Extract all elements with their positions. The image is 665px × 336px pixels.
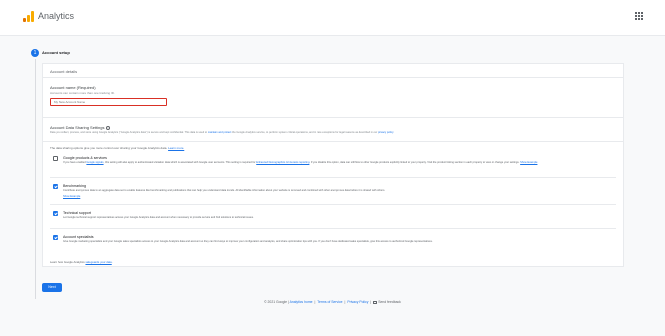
footer-separator: | [370, 300, 372, 304]
stepper-line [35, 59, 36, 299]
account-name-input[interactable] [50, 98, 167, 106]
data-sharing-title-text: Account Data Sharing Settings [50, 125, 105, 130]
option-title: Google products & services [63, 156, 107, 160]
description-text: the Google Analytics service, to perform… [232, 131, 378, 134]
safeguards-note: Learn how Google Analytics safeguards yo… [50, 260, 113, 264]
send-feedback-label: Send feedback [378, 300, 401, 304]
description-text: Data you collect, process, and store usi… [50, 131, 208, 134]
terms-of-service-link[interactable]: Terms of Service [317, 300, 342, 304]
google-signals-link[interactable]: Google signals [86, 161, 103, 164]
option-benchmarking: Benchmarking Contribute anonymous data t… [53, 184, 613, 198]
account-specialists-checkbox[interactable] [53, 235, 58, 240]
footer-copyright: © 2021 Google | [264, 300, 289, 304]
intro-text: The data sharing options give you more c… [50, 146, 168, 150]
data-sharing-title: Account Data Sharing Settings [50, 125, 110, 130]
divider [50, 228, 616, 229]
divider [43, 77, 623, 78]
app-header: Analytics [0, 0, 665, 36]
feedback-icon [373, 300, 378, 304]
privacy-policy-footer-link[interactable]: Privacy Policy [347, 300, 368, 304]
option-description: If you have enabled Google signals, this… [63, 161, 608, 164]
analytics-home-link[interactable]: Analytics home [290, 300, 313, 304]
data-sharing-intro: The data sharing options give you more c… [50, 146, 184, 150]
account-details-title: Account details [50, 69, 78, 74]
option-google-products: Google products & services If you have e… [53, 156, 613, 170]
app-title[interactable]: Analytics [38, 10, 74, 22]
benchmarking-checkbox[interactable] [53, 184, 58, 189]
google-products-checkbox[interactable] [53, 156, 58, 161]
option-description-text: , this setting will also apply to authen… [103, 161, 256, 164]
option-description: Give Google marketing specialists and yo… [63, 240, 433, 243]
show-example-link[interactable]: Show Example [63, 195, 80, 198]
divider [50, 177, 616, 178]
option-description-text: If you have enabled [63, 161, 86, 164]
footer-separator: | [344, 300, 346, 304]
learn-more-link[interactable]: Learn more. [168, 146, 184, 150]
step-number-badge: 1 [31, 49, 39, 57]
send-feedback-button[interactable]: Send feedback [373, 300, 401, 304]
divider [43, 117, 623, 118]
safeguards-link[interactable]: safeguards your data [85, 260, 111, 264]
account-name-help: Accounts can contain more than one track… [50, 91, 115, 95]
option-account-specialists: Account specialists Give Google marketin… [53, 235, 613, 251]
safeguards-text: . [111, 260, 113, 264]
next-button[interactable]: Next [42, 283, 62, 292]
data-sharing-description: Data you collect, process, and store usi… [50, 131, 610, 134]
help-circle-icon[interactable] [105, 125, 110, 130]
account-setup-card: Account details Account name (Required) … [42, 63, 624, 267]
apps-grid-icon[interactable] [635, 12, 643, 20]
divider [50, 204, 616, 205]
privacy-policy-link[interactable]: privacy policy [378, 131, 394, 134]
technical-support-checkbox[interactable] [53, 211, 58, 216]
account-name-label: Account name (Required) [50, 85, 96, 90]
divider [43, 141, 623, 142]
option-title: Benchmarking [63, 184, 86, 188]
option-description-text: . If you disable this option, data can s… [309, 161, 520, 164]
page: Analytics 1 Account setup Account detail… [0, 0, 665, 336]
step-title: Account setup [42, 50, 70, 55]
analytics-logo-icon[interactable] [23, 11, 34, 22]
option-description: Contribute anonymous data to an aggregat… [63, 189, 386, 192]
enhanced-demographics-link[interactable]: Enhanced Demographics & Interests report… [256, 161, 309, 164]
maintain-protect-link[interactable]: maintain and protect [208, 131, 232, 134]
footer: © 2021 Google | Analytics home | Terms o… [0, 300, 665, 304]
option-title: Technical support [63, 211, 91, 215]
safeguards-text: Learn how Google Analytics [50, 260, 85, 264]
footer-separator: | [314, 300, 316, 304]
option-description: Let Google technical support representat… [63, 216, 254, 219]
show-example-link[interactable]: Show Example [520, 161, 537, 164]
option-technical-support: Technical support Let Google technical s… [53, 211, 613, 223]
option-title: Account specialists [63, 235, 94, 239]
